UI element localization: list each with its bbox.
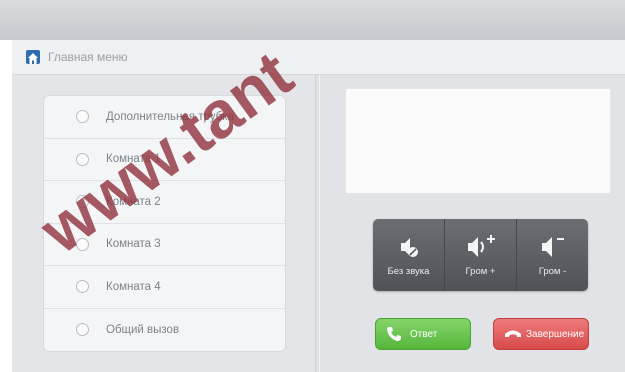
phone-icon (387, 327, 401, 341)
radio-button[interactable] (76, 323, 89, 337)
list-item-extra-handset[interactable]: Дополнительная трубка (44, 96, 285, 139)
list-item-label: Комната 4 (106, 280, 161, 293)
list-item-room-4[interactable]: Комната 4 (44, 266, 285, 309)
mute-icon (400, 237, 418, 257)
list-item-room-3[interactable]: Комната 3 (44, 224, 285, 266)
list-item-label: Комната 1 (106, 153, 161, 166)
list-item-room-1[interactable]: Комната 1 (44, 139, 285, 181)
list-item-label: Общий вызов (106, 323, 180, 336)
volume-controls: Без звука Гром + Гром - (373, 219, 588, 291)
radio-button[interactable] (76, 195, 89, 209)
answer-button[interactable]: Ответ (375, 318, 471, 350)
volume-down-button[interactable]: Гром - (516, 219, 588, 291)
radio-button[interactable] (76, 152, 89, 166)
page-title: Главная меню (48, 50, 128, 64)
list-item-label: Комната 2 (106, 195, 161, 208)
answer-label: Ответ (410, 328, 438, 340)
video-display (345, 88, 611, 194)
volume-up-icon (467, 234, 495, 257)
list-item-label: Комната 3 (106, 238, 161, 251)
title-bar: Главная меню (12, 40, 625, 75)
mute-button[interactable]: Без звука (373, 219, 444, 291)
volume-up-button[interactable]: Гром + (444, 219, 516, 291)
list-item-room-2[interactable]: Комната 2 (44, 181, 285, 224)
hangup-label: Завершение (526, 328, 585, 340)
home-icon[interactable] (26, 50, 40, 64)
radio-button[interactable] (76, 237, 89, 251)
radio-button[interactable] (76, 110, 89, 124)
hangup-button[interactable]: Завершение (493, 318, 589, 350)
volume-down-label: Гром - (538, 265, 567, 277)
volume-down-icon (541, 236, 564, 257)
list-item-label: Дополнительная трубка (106, 110, 234, 123)
radio-button[interactable] (76, 280, 89, 294)
room-list: Дополнительная трубка Комната 1 Комната … (43, 95, 286, 352)
mute-label: Без звука (387, 265, 430, 277)
phone-hangup-icon (505, 330, 521, 337)
list-item-general-call[interactable]: Общий вызов (44, 309, 285, 352)
volume-up-label: Гром + (465, 265, 496, 277)
top-bar (0, 0, 625, 40)
